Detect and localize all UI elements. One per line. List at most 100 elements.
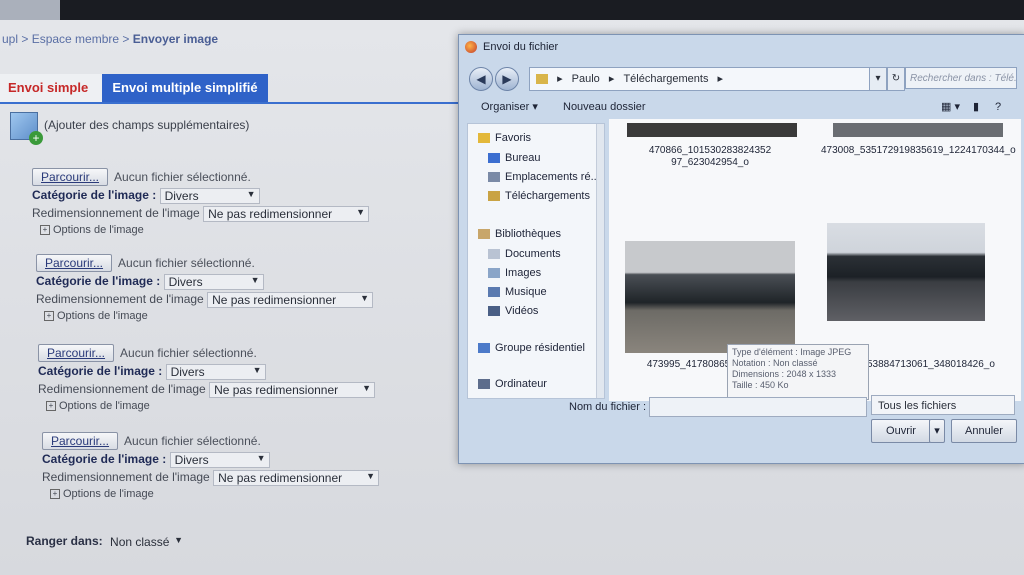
no-file-text: Aucun fichier sélectionné. [118,256,255,270]
nav-favoris-label: Favoris [495,132,532,144]
file-type-select[interactable]: Tous les fichiers [871,395,1015,415]
chevron-down-icon: ▼ [246,189,256,199]
nav-item-emplacements[interactable]: Emplacements ré... [488,171,600,183]
options-toggle[interactable]: + Options de l'image [40,224,369,236]
options-label: Options de l'image [57,310,148,322]
music-icon [488,287,500,298]
tab-envoi-multiple[interactable]: Envoi multiple simplifié [102,74,268,102]
browse-button[interactable]: Parcourir... [36,254,113,272]
breadcrumb-prefix[interactable]: upl > Espace membre > [2,32,133,46]
file-thumbnail-car[interactable] [827,223,985,321]
browse-button[interactable]: Parcourir... [32,168,109,186]
new-folder-button[interactable]: Nouveau dossier [563,95,646,119]
nav-item-telechargements[interactable]: Téléchargements [488,190,590,202]
resize-select[interactable]: Ne pas redimensionner ▼ [209,382,376,398]
category-select[interactable]: Divers ▼ [163,274,264,290]
category-select[interactable]: Divers ▼ [165,364,266,380]
help-icon[interactable]: ? [995,95,1001,119]
options-label: Options de l'image [63,488,154,500]
chevron-down-icon: ▼ [362,383,372,393]
add-image-icon[interactable] [10,112,43,145]
nav-bibliotheques-label: Bibliothèques [495,228,562,240]
nav-item-documents[interactable]: Documents [488,248,561,260]
path-separator: ▸ [608,73,615,85]
filename-label: Nom du fichier : [569,401,647,413]
back-button[interactable]: ◀ [469,67,493,91]
view-options-icon[interactable]: ▦ ▾ [941,95,960,119]
options-toggle[interactable]: + Options de l'image [50,488,379,500]
preview-pane-icon[interactable]: ▮ [973,95,979,119]
nav-item-groupe[interactable]: Groupe résidentiel [478,342,585,354]
file-thumbnail[interactable] [627,123,797,137]
nav-item-bureau[interactable]: Bureau [488,152,540,164]
folder-icon [536,74,548,85]
nav-musique-label: Musique [505,286,547,298]
category-label: Catégorie de l'image : [32,188,157,203]
filename-input[interactable] [649,397,867,417]
tab-envoi-simple[interactable]: Envoi simple [0,74,102,102]
organize-button[interactable]: Organiser ▾ [481,95,538,119]
category-select[interactable]: Divers ▼ [159,188,260,204]
chevron-down-icon: ▼ [252,365,262,375]
nav-item-videos[interactable]: Vidéos [488,305,538,317]
options-label: Options de l'image [53,224,144,236]
search-input[interactable]: Rechercher dans : Télé... [905,67,1017,89]
options-toggle[interactable]: + Options de l'image [46,400,375,412]
resize-select[interactable]: Ne pas redimensionner ▼ [213,470,380,486]
expand-icon[interactable]: + [46,401,56,412]
nav-item-favoris[interactable]: Favoris [478,132,531,144]
resize-value: Ne pas redimensionner [208,207,333,221]
nav-item-musique[interactable]: Musique [488,286,547,298]
path-separator: ▸ [557,73,563,85]
address-bar[interactable]: ▸ Paulo ▸ Téléchargements ▸ [529,67,879,91]
tooltip-type: Type d'élément : Image JPEG [732,347,852,357]
nav-documents-label: Documents [505,248,561,260]
nav-item-images[interactable]: Images [488,267,541,279]
refresh-button[interactable]: ↻ [887,67,905,91]
expand-icon[interactable]: + [40,225,50,236]
dialog-title-text: Envoi du fichier [483,41,559,53]
ranger-select[interactable]: Non classé ▼ [106,535,186,549]
forward-button[interactable]: ▶ [495,67,519,91]
resize-label: Redimensionnement de l'image [42,470,210,485]
tooltip-rating: Notation : Non classé [732,358,818,368]
ranger-value: Non classé [110,534,170,549]
browse-button[interactable]: Parcourir... [38,344,115,362]
category-select[interactable]: Divers ▼ [169,452,270,468]
expand-icon[interactable]: + [50,489,60,500]
pictures-icon [488,268,500,279]
no-file-text: Aucun fichier sélectionné. [120,346,257,360]
chevron-down-icon: ▼ [174,534,184,545]
nav-item-ordinateur[interactable]: Ordinateur [478,378,547,390]
file-thumbnail[interactable] [833,123,1003,137]
nav-item-bibliotheques[interactable]: Bibliothèques [478,228,561,240]
path-segment-user[interactable]: Paulo [572,73,600,85]
tooltip-dimensions: Dimensions : 2048 x 1333 [732,369,837,379]
category-value: Divers [170,365,205,379]
resize-value: Ne pas redimensionner [218,471,343,485]
file-name[interactable]: 470866_101530283824352 97_623042954_o [615,145,805,169]
path-separator: ▸ [717,73,724,85]
navigation-pane: Favoris Bureau Emplacements ré... Téléch… [467,123,605,399]
add-fields-label[interactable]: (Ajouter des champs supplémentaires) [44,118,249,132]
upload-tabs: Envoi simple Envoi multiple simplifié [0,72,460,104]
path-segment-downloads[interactable]: Téléchargements [623,73,708,85]
file-thumbnail-car[interactable] [625,241,795,353]
options-toggle[interactable]: + Options de l'image [44,310,373,322]
resize-select[interactable]: Ne pas redimensionner ▼ [203,206,370,222]
address-dropdown-button[interactable]: ▾ [869,67,887,91]
category-label: Catégorie de l'image : [42,452,167,467]
dialog-title: Envoi du fichier [465,41,559,54]
expand-icon[interactable]: + [44,311,54,322]
nav-scrollbar[interactable] [596,124,604,398]
open-button[interactable]: Ouvrir [871,419,931,443]
refresh-icon: ↻ [891,73,901,84]
cancel-button[interactable]: Annuler [951,419,1017,443]
file-name[interactable]: 473008_535172919835619_1224170344_o [821,145,1016,157]
chevron-down-icon: ▼ [360,293,370,303]
open-dropdown-button[interactable]: ▾ [929,419,945,443]
resize-select[interactable]: Ne pas redimensionner ▼ [207,292,374,308]
upload-row-1: Parcourir... Aucun fichier sélectionné. C… [32,166,370,236]
add-fields[interactable]: (Ajouter des champs supplémentaires) [10,112,249,145]
browse-button[interactable]: Parcourir... [42,432,119,450]
